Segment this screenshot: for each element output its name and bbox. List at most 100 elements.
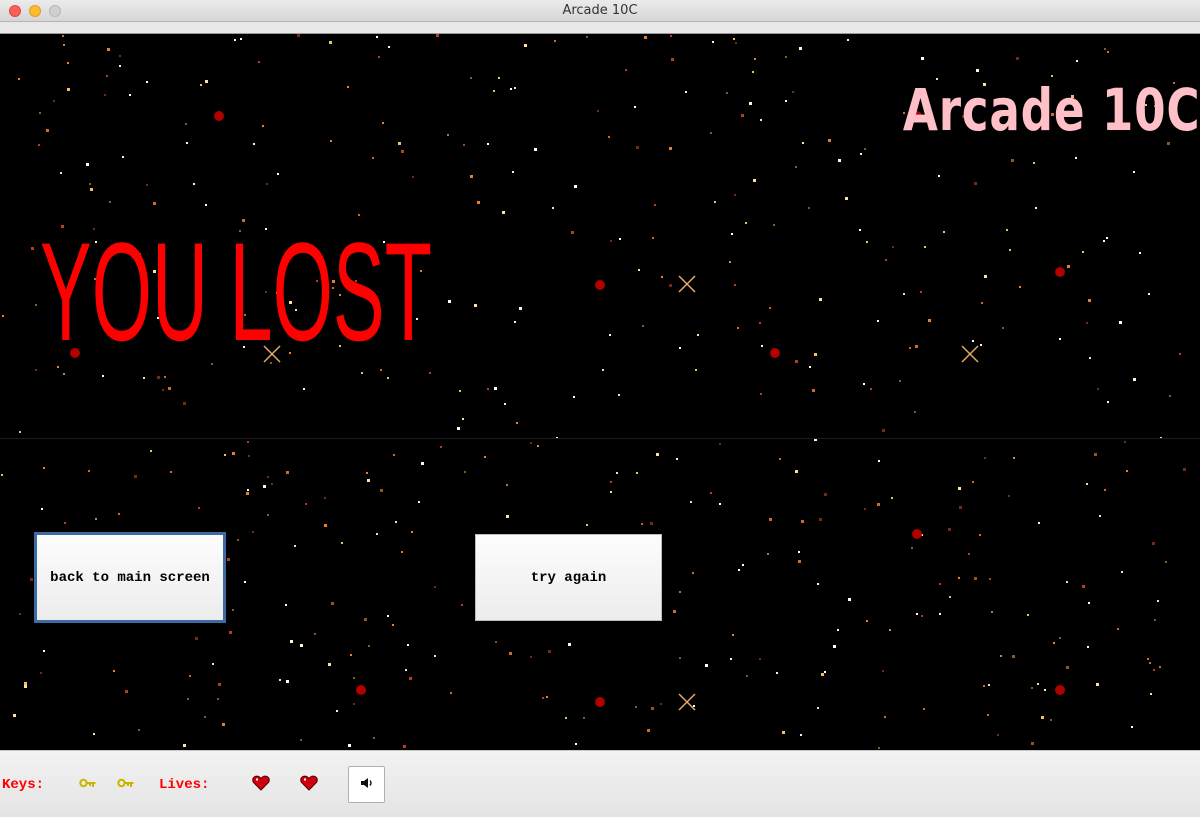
star [1086, 483, 1088, 485]
star [474, 304, 477, 307]
star [749, 102, 752, 105]
star [35, 304, 37, 306]
star [546, 696, 548, 698]
star [1027, 614, 1029, 616]
star [252, 531, 254, 533]
star [838, 159, 841, 162]
star [146, 81, 148, 83]
star [303, 388, 305, 390]
star [799, 47, 802, 50]
star [817, 707, 819, 709]
star [660, 703, 662, 705]
star [477, 201, 480, 204]
star [877, 320, 879, 322]
star [336, 710, 338, 712]
star [608, 136, 610, 138]
star [690, 501, 692, 503]
window-titlebar: Arcade 10C [0, 0, 1200, 22]
star [440, 446, 442, 448]
star [864, 508, 866, 510]
star [974, 182, 977, 185]
star [90, 188, 93, 191]
star [512, 171, 514, 173]
star [93, 733, 95, 735]
star [882, 670, 884, 672]
try-again-button[interactable]: try again [475, 534, 662, 621]
star [976, 69, 979, 72]
star [1035, 207, 1037, 209]
star [914, 411, 916, 413]
star [1066, 666, 1069, 669]
star [495, 641, 497, 643]
star [409, 677, 412, 680]
star [247, 489, 249, 491]
star [705, 664, 708, 667]
star [616, 472, 618, 474]
sound-toggle-button[interactable] [348, 766, 385, 803]
star [899, 380, 901, 382]
star [948, 528, 951, 531]
star [86, 163, 89, 166]
star [1088, 299, 1091, 302]
star [277, 173, 279, 175]
star [129, 94, 131, 96]
star [979, 534, 981, 536]
heart-icon [252, 775, 270, 795]
star [122, 156, 124, 158]
star [447, 134, 449, 136]
star [798, 560, 801, 563]
star [198, 507, 200, 509]
star [1121, 571, 1123, 573]
star [1107, 401, 1109, 403]
star [1089, 357, 1091, 359]
star [436, 34, 439, 37]
star [510, 88, 512, 90]
star [597, 110, 599, 112]
star [1050, 719, 1052, 721]
star [800, 734, 802, 736]
star [1044, 689, 1046, 691]
star [1103, 240, 1105, 242]
star [119, 55, 121, 57]
star [1016, 57, 1019, 60]
star [638, 269, 640, 271]
star [792, 91, 794, 93]
minimize-window-button[interactable] [29, 5, 41, 17]
star [401, 551, 403, 553]
star [870, 388, 872, 390]
star [353, 703, 355, 705]
star [1076, 60, 1078, 62]
star [193, 183, 195, 185]
star [958, 577, 960, 579]
star [134, 475, 137, 478]
star [405, 669, 407, 671]
star [959, 506, 962, 509]
star [31, 247, 34, 250]
close-window-button[interactable] [9, 5, 21, 17]
star [368, 645, 370, 647]
star [429, 372, 431, 374]
star [183, 744, 186, 747]
star [232, 609, 234, 611]
star [819, 298, 822, 301]
star [258, 61, 260, 63]
star [516, 422, 518, 424]
star [300, 739, 302, 741]
star [1149, 662, 1151, 664]
star [470, 175, 473, 178]
zoom-window-button[interactable] [49, 5, 61, 17]
star [143, 377, 145, 379]
star [731, 233, 733, 235]
star [814, 353, 817, 356]
star [407, 644, 409, 646]
star [1066, 581, 1068, 583]
star [565, 717, 567, 719]
star [1031, 687, 1033, 689]
star [848, 598, 851, 601]
star [1059, 637, 1061, 639]
star [885, 259, 887, 261]
star [1086, 322, 1088, 324]
star [185, 123, 187, 125]
star [760, 119, 762, 121]
back-to-main-screen-button[interactable]: back to main screen [34, 532, 226, 623]
